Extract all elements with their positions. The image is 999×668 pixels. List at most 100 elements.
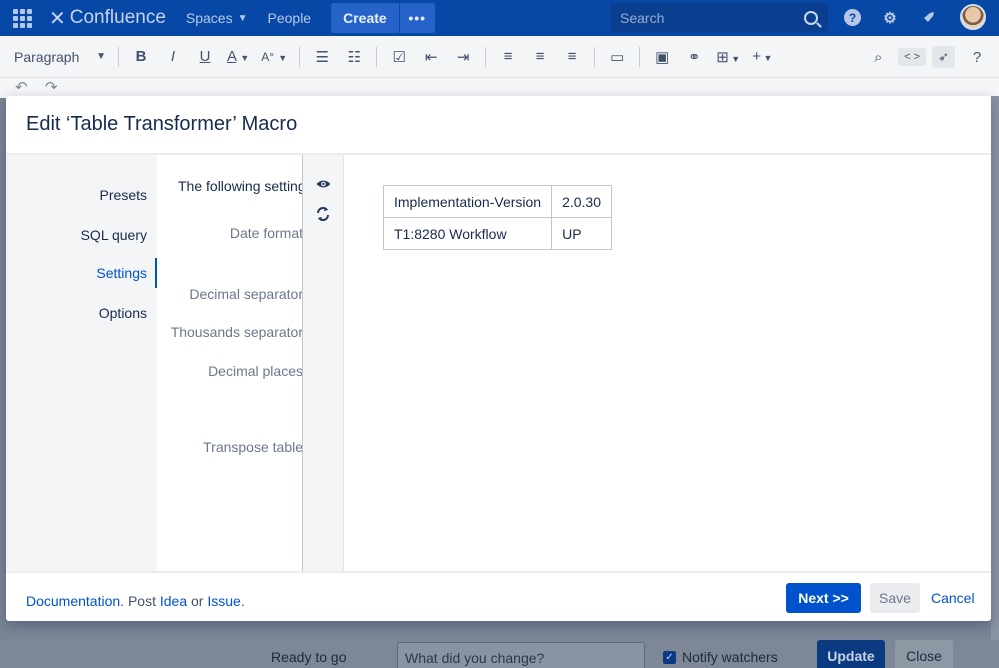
- toolbar-divider: [299, 46, 301, 67]
- cancel-button[interactable]: Cancel: [931, 590, 975, 606]
- decimal-separator-label: Decimal separator: [189, 286, 303, 302]
- transpose-table-label: Transpose table: [203, 439, 303, 455]
- confluence-mark-icon: ✕: [49, 7, 66, 30]
- logo-text: Confluence: [69, 7, 166, 28]
- thousands-separator-label: Thousands separator: [170, 324, 303, 340]
- underline-button[interactable]: U: [195, 48, 215, 65]
- gear-icon[interactable]: ⚙: [880, 8, 900, 28]
- chevron-down-icon: ▼: [278, 53, 288, 63]
- notifications-icon[interactable]: [918, 8, 938, 28]
- rocket-icon[interactable]: ➶: [932, 46, 955, 68]
- help-icon[interactable]: ?: [844, 9, 861, 26]
- outdent-icon[interactable]: ⇤: [421, 48, 441, 66]
- create-more-button[interactable]: •••: [399, 3, 435, 33]
- checkbox-checked-icon[interactable]: ✓: [663, 650, 676, 664]
- bullet-list-icon[interactable]: ☰: [312, 48, 332, 66]
- preview-actions: [303, 155, 344, 571]
- issue-link[interactable]: Issue: [207, 593, 240, 609]
- toolbar-divider: [639, 46, 641, 67]
- close-button[interactable]: Close: [895, 640, 953, 668]
- dialog-title: Edit ‘Table Transformer’ Macro: [26, 113, 298, 135]
- status-text: Ready to go: [271, 649, 347, 665]
- notify-label: Notify watchers: [682, 649, 778, 665]
- footer-links: Documentation. Post Idea or Issue.: [26, 593, 245, 609]
- numbered-list-icon[interactable]: ☷: [344, 48, 364, 66]
- find-replace-icon[interactable]: ⌕: [868, 49, 888, 66]
- align-left-icon[interactable]: ≡: [498, 48, 518, 65]
- page-layout-icon[interactable]: ▭: [607, 48, 627, 66]
- preview-table: Implementation-Version 2.0.30 T1:8280 Wo…: [382, 185, 613, 250]
- chevron-down-icon: ▼: [237, 12, 248, 24]
- search-input[interactable]: Search: [620, 10, 804, 26]
- redo-icon[interactable]: ↷: [45, 78, 58, 96]
- toolbar-divider: [485, 46, 487, 67]
- search-icon[interactable]: [804, 10, 818, 25]
- table-row: Implementation-Version 2.0.30: [382, 185, 613, 218]
- save-button[interactable]: Save: [870, 583, 920, 613]
- italic-button[interactable]: I: [163, 48, 183, 65]
- footer-period: .: [240, 593, 245, 609]
- toolbar-right: ⌕ < > ➶ ?: [856, 36, 999, 78]
- table-cell: Implementation-Version: [382, 185, 553, 218]
- task-list-icon[interactable]: ☑: [389, 48, 409, 66]
- indent-icon[interactable]: ⇥: [453, 48, 473, 66]
- spaces-menu[interactable]: Spaces ▼: [186, 10, 248, 26]
- paragraph-label: Paragraph: [14, 48, 80, 65]
- create-button[interactable]: Create: [331, 3, 399, 33]
- dialog-footer: Documentation. Post Idea or Issue. Next …: [6, 571, 991, 621]
- menu-item-settings[interactable]: Settings: [96, 265, 147, 281]
- settings-panel: The following settings Date format Decim…: [157, 155, 303, 571]
- help-icon[interactable]: ?: [967, 49, 987, 66]
- settings-heading: The following settings: [178, 178, 303, 194]
- user-avatar[interactable]: [960, 4, 986, 30]
- align-right-icon[interactable]: ≡: [562, 48, 582, 65]
- confluence-logo[interactable]: ✕ Confluence: [49, 6, 166, 31]
- refresh-icon[interactable]: [315, 206, 331, 222]
- table-cell: UP: [551, 217, 613, 250]
- page-scrollbar[interactable]: [991, 96, 999, 640]
- text-color-button[interactable]: A ▼: [227, 48, 249, 65]
- table-row: T1:8280 Workflow UP: [382, 217, 613, 250]
- chevron-down-icon: ▼: [96, 51, 106, 62]
- menu-item-presets[interactable]: Presets: [100, 187, 147, 203]
- align-center-icon[interactable]: ≡: [530, 48, 550, 65]
- dialog-header: Edit ‘Table Transformer’ Macro: [6, 96, 991, 155]
- macro-menu: Presets SQL query Settings Options: [6, 155, 157, 571]
- link-icon[interactable]: ⚭: [684, 48, 704, 66]
- next-button[interactable]: Next >>: [786, 583, 861, 613]
- or-text: or: [191, 593, 204, 609]
- date-format-label: Date format: [229, 225, 303, 241]
- toolbar-divider: [118, 46, 119, 67]
- undo-icon[interactable]: ↶: [15, 78, 28, 96]
- bold-button[interactable]: B: [131, 48, 151, 65]
- table-icon[interactable]: ⊞ ▼: [716, 48, 740, 66]
- source-editor-button[interactable]: < >: [898, 48, 927, 66]
- change-comment-input[interactable]: What did you change?: [397, 642, 645, 668]
- spaces-label: Spaces: [185, 10, 233, 26]
- menu-item-sql-query[interactable]: SQL query: [81, 227, 147, 243]
- table-cell: T1:8280 Workflow: [382, 217, 553, 250]
- notify-watchers-checkbox[interactable]: ✓ Notify watchers: [663, 649, 778, 665]
- text-color-label: A: [227, 48, 237, 65]
- decimal-places-label: Decimal places: [208, 363, 303, 379]
- menu-item-options[interactable]: Options: [99, 305, 147, 321]
- image-icon[interactable]: ▣: [652, 48, 672, 66]
- more-formatting-label: A°: [261, 50, 275, 64]
- chevron-down-icon: ▼: [240, 53, 250, 63]
- toolbar-divider: [594, 46, 596, 67]
- documentation-link[interactable]: Documentation: [26, 593, 120, 609]
- idea-link[interactable]: Idea: [160, 593, 187, 609]
- paragraph-style-dropdown[interactable]: Paragraph ▼: [14, 49, 106, 65]
- search-box[interactable]: Search: [610, 3, 828, 32]
- table-cell: 2.0.30: [551, 185, 613, 218]
- app-switcher-icon[interactable]: [11, 7, 33, 29]
- more-formatting-button[interactable]: A° ▼: [261, 48, 287, 65]
- editor-toolbar: Paragraph ▼ B I U A ▼ A° ▼ ☰ ☷ ☑ ⇤ ⇥ ≡ ≡…: [0, 36, 999, 78]
- table-preview: Implementation-Version 2.0.30 T1:8280 Wo…: [344, 155, 991, 571]
- update-button[interactable]: Update: [817, 640, 885, 668]
- insert-more-icon[interactable]: + ▼: [752, 48, 772, 65]
- footer-dot: .: [120, 593, 128, 609]
- eye-icon[interactable]: [316, 179, 331, 189]
- people-link[interactable]: People: [268, 10, 312, 26]
- dialog-body: Presets SQL query Settings Options The f…: [6, 155, 991, 571]
